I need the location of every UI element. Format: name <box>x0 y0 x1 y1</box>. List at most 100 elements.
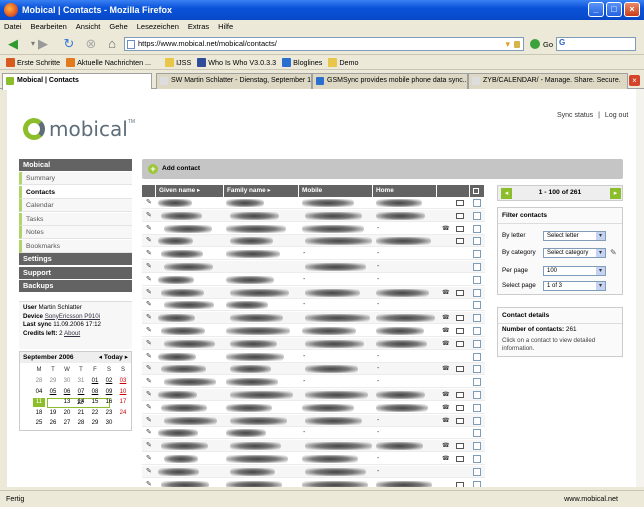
close-button[interactable]: × <box>624 2 640 17</box>
sidebar-head-backups[interactable]: Backups <box>19 280 132 292</box>
mobical-logo[interactable]: mobical TM <box>23 117 135 141</box>
per-page-select[interactable]: 100 ▾ <box>543 266 606 276</box>
calendar-day[interactable]: 06 <box>61 388 73 397</box>
tab-item[interactable]: Mobical | Contacts <box>2 73 152 90</box>
calendar-day[interactable]: 30 <box>61 377 73 386</box>
calendar-day[interactable]: 25 <box>33 419 45 428</box>
calendar-day[interactable]: 29 <box>89 419 101 428</box>
mail-icon[interactable] <box>456 315 464 322</box>
bookmark-item[interactable]: Demo <box>328 58 359 67</box>
table-row[interactable]: ✎ ☎ <box>142 286 485 299</box>
mail-icon[interactable] <box>456 392 464 398</box>
calendar-day[interactable]: 01 <box>89 377 101 386</box>
table-row[interactable]: ✎ - - <box>142 299 485 312</box>
phone-icon[interactable]: ☎ <box>442 392 449 398</box>
next-page-icon[interactable]: ▸ <box>610 188 621 199</box>
calendar-day[interactable]: 28 <box>33 377 45 386</box>
row-checkbox[interactable] <box>473 211 481 220</box>
mail-icon[interactable] <box>456 366 464 373</box>
edit-icon[interactable]: ✎ <box>146 468 153 475</box>
row-checkbox[interactable] <box>473 314 481 323</box>
table-row[interactable]: ✎ <box>142 197 485 209</box>
mail-icon[interactable] <box>456 481 464 487</box>
by-letter-select[interactable]: Select letter ▾ <box>543 231 606 241</box>
phone-icon[interactable]: ☎ <box>442 443 449 449</box>
calendar-today-button[interactable]: Today <box>104 354 123 361</box>
edit-icon[interactable]: ✎ <box>146 314 153 321</box>
calendar-day[interactable]: 09 <box>103 388 115 397</box>
table-row[interactable]: ✎ <box>142 235 485 248</box>
edit-icon[interactable]: ✎ <box>146 276 153 283</box>
close-tab-icon[interactable]: × <box>629 75 640 86</box>
phone-icon[interactable]: ☎ <box>442 456 449 462</box>
table-row[interactable]: ✎ ☎ <box>142 337 485 350</box>
phone-icon[interactable]: ☎ <box>442 290 449 296</box>
phone-icon[interactable]: ☎ <box>442 315 449 321</box>
mail-icon[interactable] <box>456 417 464 424</box>
calendar-day[interactable]: 02 <box>103 377 115 386</box>
tab-item[interactable]: GSMSync provides mobile phone data sync.… <box>312 73 468 89</box>
sidebar-head-mobical[interactable]: Mobical <box>19 159 132 171</box>
calendar-day[interactable]: 19 <box>47 409 59 418</box>
minimize-button[interactable]: _ <box>588 2 604 17</box>
forward-icon[interactable]: ▶ <box>34 36 52 52</box>
mail-icon[interactable] <box>456 456 464 462</box>
table-row[interactable]: ✎ - - <box>142 427 485 440</box>
table-row[interactable]: ✎ - ☎ <box>142 223 485 235</box>
table-row[interactable]: ✎ ☎ <box>142 389 485 401</box>
edit-icon[interactable]: ✎ <box>146 417 153 424</box>
edit-icon[interactable]: ✎ <box>146 225 153 232</box>
mail-icon[interactable] <box>456 340 464 347</box>
table-row[interactable]: ✎ <box>142 479 485 487</box>
table-row[interactable]: ✎ - - <box>142 274 485 286</box>
edit-icon[interactable]: ✎ <box>146 429 153 436</box>
url-input[interactable]: https://www.mobical.net/mobical/contacts… <box>124 37 524 51</box>
table-row[interactable]: ✎ ☎ <box>142 312 485 325</box>
row-checkbox[interactable] <box>473 416 481 425</box>
row-checkbox[interactable] <box>473 429 481 438</box>
sidebar-item-contacts[interactable]: Contacts <box>19 185 132 199</box>
edit-icon[interactable]: ✎ <box>146 353 153 360</box>
calendar-day[interactable]: 07 <box>75 388 87 397</box>
sidebar-item-summary[interactable]: Summary <box>19 172 132 185</box>
calendar-day[interactable]: 24 <box>117 409 129 418</box>
table-row[interactable]: ✎ <box>142 209 485 222</box>
calendar-day[interactable]: 18 <box>33 409 45 418</box>
add-contact-button[interactable]: Add contact <box>162 165 200 172</box>
row-checkbox[interactable] <box>473 199 481 207</box>
edit-category-icon[interactable]: ✎ <box>610 248 617 257</box>
calendar-day[interactable]: 15 <box>89 398 101 407</box>
table-row[interactable]: ✎ - - <box>142 376 485 389</box>
table-row[interactable]: ✎ - - <box>142 351 485 363</box>
table-row[interactable]: ✎ ☎ <box>142 402 485 414</box>
phone-icon[interactable]: ☎ <box>442 328 449 334</box>
calendar-day[interactable]: 31 <box>75 377 87 386</box>
row-checkbox[interactable] <box>473 467 481 476</box>
calendar-prev-icon[interactable]: ◂ <box>99 354 102 361</box>
mail-icon[interactable] <box>456 443 464 450</box>
calendar-day[interactable]: 27 <box>61 419 73 428</box>
calendar-day[interactable]: 28 <box>75 419 87 428</box>
calendar-day[interactable]: 23 <box>103 409 115 418</box>
device-link[interactable]: SonyEricsson P910i <box>45 313 100 320</box>
mail-icon[interactable] <box>456 404 464 411</box>
edit-icon[interactable]: ✎ <box>146 442 153 449</box>
calendar-day[interactable]: 10 <box>117 388 129 397</box>
phone-icon[interactable]: ☎ <box>442 341 449 347</box>
row-checkbox[interactable] <box>473 391 481 399</box>
row-checkbox[interactable] <box>473 352 481 361</box>
mail-icon[interactable] <box>456 289 464 296</box>
go-button[interactable]: Go <box>543 40 553 49</box>
back-icon[interactable]: ◀ <box>4 36 22 52</box>
menu-gehe[interactable]: Gehe <box>109 22 127 31</box>
add-icon[interactable]: + <box>148 164 158 174</box>
calendar-day[interactable]: 26 <box>47 419 59 428</box>
page-scrollbar[interactable] <box>636 89 644 487</box>
row-checkbox[interactable] <box>473 339 481 348</box>
menu-bearbeiten[interactable]: Bearbeiten <box>31 22 67 31</box>
calendar-day[interactable]: 05 <box>47 388 59 397</box>
calendar-day[interactable]: 20 <box>61 409 73 418</box>
edit-icon[interactable]: ✎ <box>146 340 153 347</box>
home-icon[interactable]: ⌂ <box>103 36 121 52</box>
row-checkbox[interactable] <box>473 263 481 271</box>
